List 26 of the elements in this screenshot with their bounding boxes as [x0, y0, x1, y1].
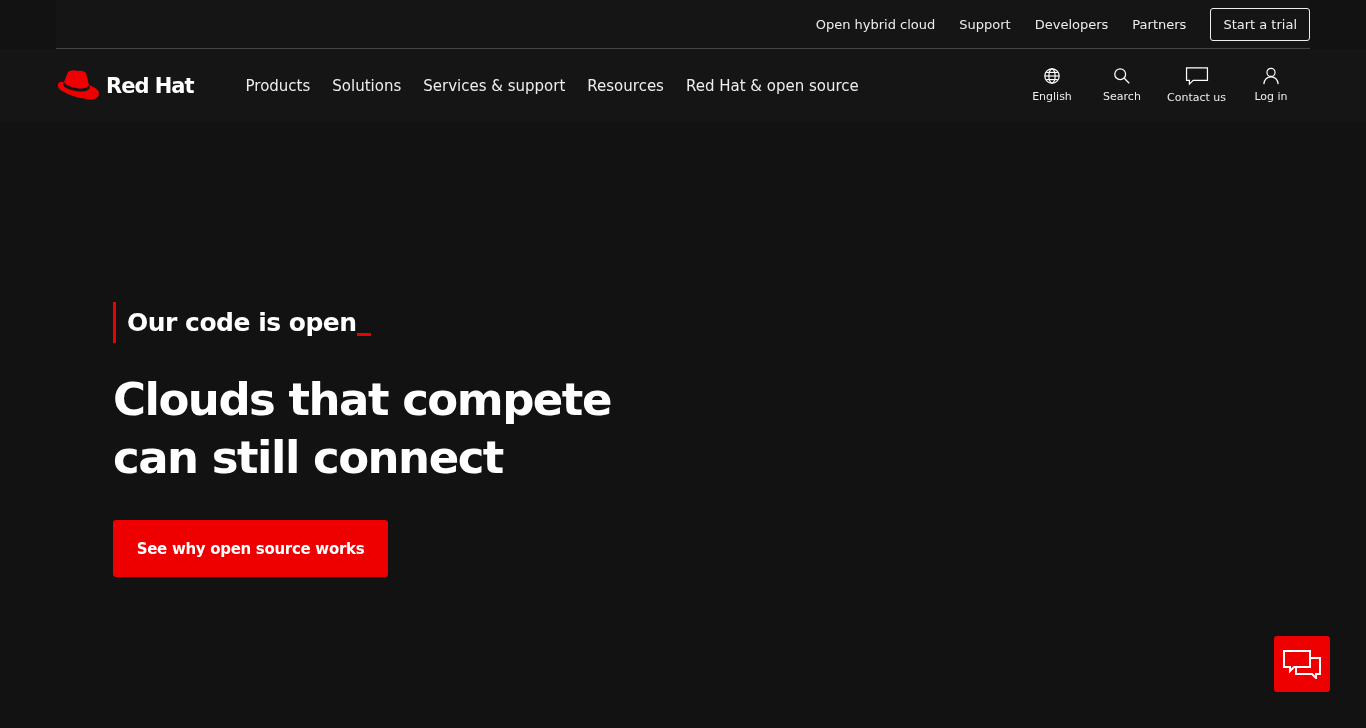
nav-link[interactable]: Products: [245, 76, 311, 95]
chat-button[interactable]: [1274, 636, 1330, 692]
tool-label[interactable]: Contact us: [1167, 91, 1226, 104]
tool-label[interactable]: English: [1032, 90, 1072, 103]
tool-label[interactable]: Search: [1103, 90, 1141, 103]
nav-link[interactable]: Red Hat & open source: [685, 76, 859, 95]
nav-link[interactable]: Solutions: [332, 76, 402, 95]
trial-button[interactable]: Start a trial: [1210, 7, 1310, 41]
cta-button[interactable]: See why open source works: [113, 520, 388, 577]
eyebrow-text: Our code is open: [127, 308, 357, 337]
search-icon[interactable]: [1113, 67, 1131, 85]
logo-text[interactable]: Red Hat: [106, 73, 194, 98]
utility-link[interactable]: Support: [959, 16, 1011, 32]
nav-link[interactable]: Resources: [587, 76, 664, 95]
globe-icon[interactable]: [1043, 67, 1061, 85]
nav-link[interactable]: Services & support: [423, 76, 566, 95]
speech-bubble-icon[interactable]: [1184, 67, 1209, 86]
hero-title: can still connect: [113, 430, 503, 486]
tool-label[interactable]: Log in: [1254, 90, 1288, 103]
hero-title: Clouds that compete: [113, 372, 611, 428]
utility-link[interactable]: Open hybrid cloud: [815, 16, 936, 32]
user-icon[interactable]: [1262, 67, 1280, 85]
utility-link[interactable]: Developers: [1034, 16, 1109, 32]
utility-link[interactable]: Partners: [1132, 16, 1187, 32]
cursor-mark: [356, 333, 371, 336]
chat-bubbles-icon: [1282, 649, 1322, 679]
